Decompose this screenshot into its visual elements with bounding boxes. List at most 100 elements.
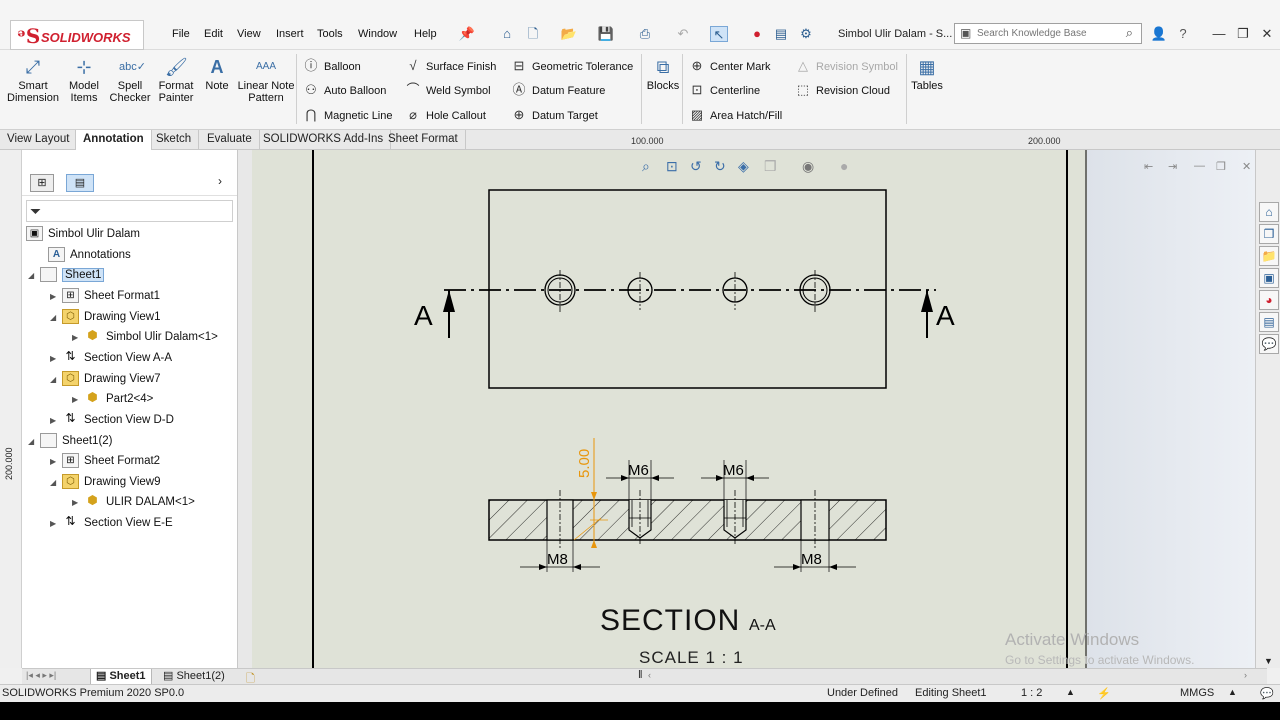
tab-solidworks-addins[interactable]: SOLIDWORKS Add-Ins: [256, 130, 392, 150]
tree-item-sheet-format2[interactable]: ▶ ⊞ Sheet Format2: [50, 451, 160, 471]
datum-feature-button[interactable]: Ⓐ Datum Feature: [510, 81, 605, 99]
area-hatch-button[interactable]: ▨ Area Hatch/Fill: [688, 106, 782, 124]
sheet-tab-sheet1-2[interactable]: ▤ Sheet1(2): [158, 669, 230, 685]
collapse-arrow-icon[interactable]: ◢: [28, 432, 40, 452]
file-properties-icon[interactable]: ▤: [772, 26, 790, 42]
scroll-down-icon[interactable]: ▼: [1264, 656, 1273, 666]
spell-checker-button[interactable]: abc✓ Spell Checker: [108, 56, 152, 104]
dimension-m8-right[interactable]: M8: [774, 540, 856, 572]
expand-arrow-icon[interactable]: ▶: [50, 514, 62, 534]
forum-icon[interactable]: 💬: [1259, 334, 1279, 354]
tab-sheet-format[interactable]: Sheet Format: [381, 130, 466, 150]
hole-m6-left[interactable]: [627, 272, 653, 310]
file-explorer-icon[interactable]: 📁: [1259, 246, 1279, 266]
dimension-m8-left[interactable]: M8: [520, 540, 600, 572]
select-icon[interactable]: ↖: [710, 26, 728, 42]
user-icon[interactable]: 👤: [1150, 26, 1168, 42]
geometric-tolerance-button[interactable]: ⊟ Geometric Tolerance: [510, 57, 634, 75]
property-manager-tab-icon[interactable]: ▤: [66, 174, 94, 192]
save-icon[interactable]: 💾: [597, 26, 615, 42]
status-tooltip-icon[interactable]: 💬: [1260, 687, 1274, 700]
options-gear-icon[interactable]: ⚙: [797, 26, 815, 42]
tree-item-root[interactable]: ▣ Simbol Ulir Dalam: [26, 224, 140, 244]
format-painter-button[interactable]: 🖌 Format Painter: [154, 56, 198, 104]
close-icon[interactable]: ✕: [1258, 26, 1276, 42]
home-icon[interactable]: ⌂: [498, 26, 516, 42]
tab-evaluate[interactable]: Evaluate: [200, 130, 260, 150]
search-input[interactable]: [977, 24, 1117, 42]
tree-item-sheet-format1[interactable]: ▶ ⊞ Sheet Format1: [50, 286, 160, 306]
expand-arrow-icon[interactable]: ▶: [72, 493, 84, 513]
scrollbar-thumb[interactable]: ‖: [638, 669, 643, 681]
menu-help[interactable]: Help: [414, 28, 437, 40]
expand-arrow-icon[interactable]: ▶: [50, 411, 62, 431]
expand-arrow-icon[interactable]: ▶: [72, 328, 84, 348]
collapse-arrow-icon[interactable]: ◢: [50, 473, 62, 493]
new-document-icon[interactable]: 🗋: [524, 26, 542, 42]
revision-symbol-button[interactable]: △ Revision Symbol: [794, 57, 898, 75]
tree-item-annotations[interactable]: A Annotations: [48, 245, 131, 265]
open-icon[interactable]: 📂: [560, 26, 578, 42]
hole-m6-right[interactable]: [722, 272, 748, 310]
appearances-icon[interactable]: ◕: [1259, 290, 1279, 310]
balloon-button[interactable]: ⓘ Balloon: [302, 57, 360, 75]
collapse-arrow-icon[interactable]: ◢: [50, 370, 62, 390]
hole-callout-button[interactable]: ⌀ Hole Callout: [404, 106, 486, 124]
tree-item-section-view-dd[interactable]: ▶ ⇅ Section View D-D: [50, 410, 174, 430]
hole-m8-left[interactable]: [544, 270, 576, 312]
rebuild-status-icon[interactable]: ⚡: [1097, 687, 1111, 700]
expand-arrow-icon[interactable]: ▶: [72, 390, 84, 410]
tree-item-drawing-view7[interactable]: ◢ ⬡ Drawing View7: [50, 369, 161, 389]
menu-window[interactable]: Window: [358, 28, 397, 40]
tables-button[interactable]: ▦ Tables: [910, 56, 944, 92]
tree-item-sheet1[interactable]: ◢ Sheet1: [28, 265, 105, 285]
scroll-left-icon[interactable]: ‹: [648, 670, 651, 680]
centerline-button[interactable]: ⊡ Centerline: [688, 81, 761, 99]
sheet-nav-icons[interactable]: |◂ ◂ ▸ ▸|: [26, 670, 56, 681]
scale-up-icon[interactable]: ▲: [1066, 687, 1075, 697]
surface-finish-button[interactable]: √ Surface Finish: [404, 57, 496, 75]
tree-filter[interactable]: ⏷: [26, 200, 233, 222]
linear-note-pattern-button[interactable]: AAA Linear Note Pattern: [235, 56, 297, 104]
expand-arrow-icon[interactable]: ▶: [50, 287, 62, 307]
chevron-right-icon[interactable]: ›: [218, 174, 222, 188]
rebuild-icon[interactable]: ●: [748, 26, 766, 42]
tree-item-ulir-dalam[interactable]: ▶ ⬢ ULIR DALAM<1>: [72, 492, 195, 512]
tree-item-drawing-view9[interactable]: ◢ ⬡ Drawing View9: [50, 472, 161, 492]
model-items-button[interactable]: ⊹ Model Items: [64, 56, 104, 104]
revision-cloud-button[interactable]: ⬚ Revision Cloud: [794, 81, 890, 99]
tree-item-part2[interactable]: ▶ ⬢ Part2<4>: [72, 389, 153, 409]
pin-icon[interactable]: 📌: [458, 26, 476, 42]
section-arrow-right[interactable]: [921, 290, 933, 338]
menu-tools[interactable]: Tools: [317, 28, 343, 40]
knowledge-base-search[interactable]: ▣ ⌕: [954, 23, 1142, 44]
expand-arrow-icon[interactable]: ▶: [50, 349, 62, 369]
drawing-view-top[interactable]: A A: [414, 189, 955, 389]
design-library-icon[interactable]: ❒: [1259, 224, 1279, 244]
sheet-tab-sheet1[interactable]: ▤ Sheet1: [90, 669, 152, 685]
tab-view-layout[interactable]: View Layout: [0, 130, 78, 150]
solidworks-logo[interactable]: ᵊS SOLIDWORKS: [10, 20, 144, 50]
custom-properties-icon[interactable]: ▤: [1259, 312, 1279, 332]
auto-balloon-button[interactable]: ⚇ Auto Balloon: [302, 81, 386, 99]
menu-view[interactable]: View: [237, 28, 261, 40]
search-icon[interactable]: ⌕: [1126, 25, 1133, 41]
center-mark-button[interactable]: ⊕ Center Mark: [688, 57, 771, 75]
datum-target-button[interactable]: ⊕ Datum Target: [510, 106, 598, 124]
tree-item-drawing-view1[interactable]: ◢ ⬡ Drawing View1: [50, 307, 161, 327]
magnetic-line-button[interactable]: ⋂ Magnetic Line: [302, 106, 393, 124]
note-button[interactable]: A Note: [202, 56, 232, 92]
tab-annotation[interactable]: Annotation: [75, 130, 152, 150]
tree-item-section-view-aa[interactable]: ▶ ⇅ Section View A-A: [50, 348, 172, 368]
minimize-icon[interactable]: —: [1210, 26, 1228, 42]
panel-splitter[interactable]: [238, 150, 252, 668]
tree-item-section-view-ee[interactable]: ▶ ⇅ Section View E-E: [50, 513, 173, 533]
feature-manager-tab-icon[interactable]: ⊞: [30, 174, 54, 192]
smart-dimension-button[interactable]: ⤢ Smart Dimension: [4, 56, 62, 104]
tree-item-sheet1-2[interactable]: ◢ Sheet1(2): [28, 431, 113, 451]
menu-insert[interactable]: Insert: [276, 28, 304, 40]
expand-arrow-icon[interactable]: ▶: [50, 452, 62, 472]
print-icon[interactable]: ⎙: [636, 26, 654, 42]
view-palette-icon[interactable]: ▣: [1259, 268, 1279, 288]
tree-item-part-simbol[interactable]: ▶ ⬢ Simbol Ulir Dalam<1>: [72, 327, 218, 347]
